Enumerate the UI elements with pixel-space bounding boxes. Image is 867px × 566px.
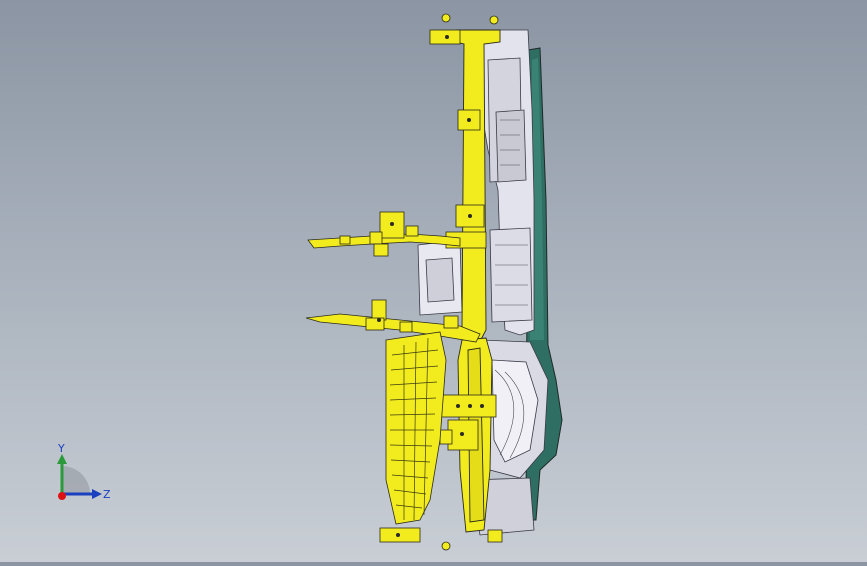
assembly-model[interactable] [0,0,867,562]
z-axis-label: Z [103,488,111,501]
coordinate-triad-icon: Y Z [57,442,111,501]
y-axis-label: Y [57,442,65,455]
coordinate-triad: Y Z [48,440,118,510]
cad-graphics-viewport[interactable]: Y Z [0,0,867,562]
